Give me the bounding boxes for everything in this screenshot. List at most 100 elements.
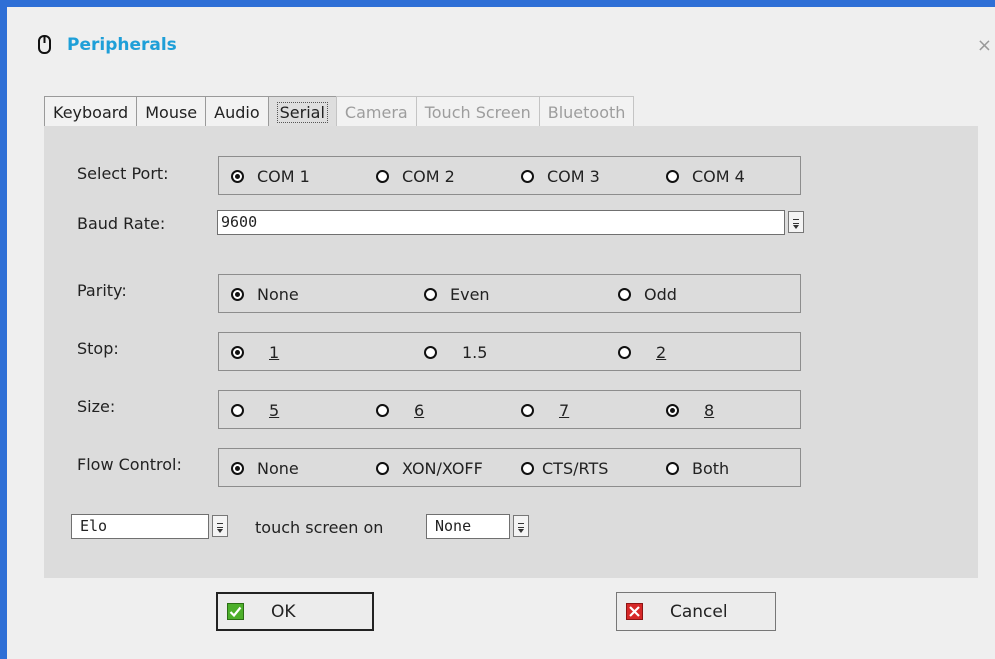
radio-icon bbox=[424, 288, 437, 301]
tab-touch-screen: Touch Screen bbox=[415, 96, 540, 128]
check-icon bbox=[227, 603, 244, 620]
tab-audio-label: Audio bbox=[214, 103, 260, 122]
radio-icon bbox=[618, 288, 631, 301]
baud-rate-field[interactable]: 9600 bbox=[217, 210, 785, 235]
select-port-label: Select Port: bbox=[77, 164, 169, 183]
radio-checked-icon bbox=[231, 170, 244, 183]
radio-icon bbox=[618, 346, 631, 359]
port-option-label: COM 1 bbox=[257, 167, 310, 186]
mouse-icon bbox=[38, 35, 51, 54]
tab-keyboard-label: Keyboard bbox=[53, 103, 129, 122]
tab-audio[interactable]: Audio bbox=[205, 96, 269, 128]
tab-bluetooth: Bluetooth bbox=[538, 96, 635, 128]
radio-icon bbox=[666, 170, 679, 183]
peripherals-dialog: Peripherals × Keyboard Mouse Audio Seria… bbox=[7, 7, 995, 659]
radio-icon bbox=[376, 404, 389, 417]
cancel-button-label: Cancel bbox=[670, 601, 728, 622]
size-option-label: 7 bbox=[559, 401, 570, 420]
window-edge-top bbox=[0, 0, 995, 7]
port-option-com3[interactable]: COM 3 bbox=[521, 157, 600, 196]
flow-option-label: CTS/RTS bbox=[542, 459, 609, 478]
parity-option-label: Even bbox=[450, 285, 490, 304]
size-option-8[interactable]: 8 bbox=[666, 391, 714, 430]
touch-port-select[interactable]: None bbox=[426, 514, 510, 539]
parity-option-even[interactable]: Even bbox=[424, 275, 490, 314]
flow-option-cts-rts[interactable]: CTS/RTS bbox=[521, 449, 608, 488]
stop-option-label: 1.5 bbox=[462, 343, 488, 362]
size-option-6[interactable]: 6 bbox=[376, 391, 424, 430]
size-label: Size: bbox=[77, 397, 116, 416]
radio-icon bbox=[376, 170, 389, 183]
dialog-title-text: Peripherals bbox=[67, 35, 177, 55]
ok-button-label: OK bbox=[271, 601, 296, 622]
port-option-com1[interactable]: COM 1 bbox=[231, 157, 310, 196]
select-port-group: COM 1 COM 2 COM 3 COM 4 bbox=[218, 156, 801, 195]
port-option-com2[interactable]: COM 2 bbox=[376, 157, 455, 196]
tab-bluetooth-label: Bluetooth bbox=[547, 103, 626, 122]
stop-option-label: 2 bbox=[656, 343, 667, 362]
size-option-label: 8 bbox=[704, 401, 715, 420]
serial-panel: Select Port: COM 1 COM 2 COM 3 COM 4 Bau… bbox=[44, 126, 978, 578]
tab-mouse[interactable]: Mouse bbox=[136, 96, 207, 128]
window-edge-left bbox=[0, 0, 7, 659]
stop-label: Stop: bbox=[77, 339, 119, 358]
radio-checked-icon bbox=[666, 404, 679, 417]
stop-option-2[interactable]: 2 bbox=[618, 333, 666, 372]
flow-option-none[interactable]: None bbox=[231, 449, 299, 488]
flow-option-xon-xoff[interactable]: XON/XOFF bbox=[376, 449, 483, 488]
cancel-icon bbox=[626, 603, 643, 620]
tab-keyboard[interactable]: Keyboard bbox=[44, 96, 138, 128]
tab-camera: Camera bbox=[335, 96, 417, 128]
parity-option-none[interactable]: None bbox=[231, 275, 299, 314]
radio-icon bbox=[424, 346, 437, 359]
size-option-label: 6 bbox=[414, 401, 425, 420]
baud-rate-label: Baud Rate: bbox=[77, 214, 166, 233]
flow-option-both[interactable]: Both bbox=[666, 449, 729, 488]
tab-serial-label: Serial bbox=[276, 102, 328, 123]
baud-rate-dropdown-icon[interactable] bbox=[788, 211, 804, 233]
parity-option-odd[interactable]: Odd bbox=[618, 275, 677, 314]
cancel-button[interactable]: Cancel bbox=[616, 592, 776, 631]
flow-option-label: XON/XOFF bbox=[402, 459, 483, 478]
flow-control-group: None XON/XOFF CTS/RTS Both bbox=[218, 448, 801, 487]
parity-group: None Even Odd bbox=[218, 274, 801, 313]
size-option-5[interactable]: 5 bbox=[231, 391, 279, 430]
radio-checked-icon bbox=[231, 346, 244, 359]
tab-camera-label: Camera bbox=[344, 103, 408, 122]
port-option-label: COM 4 bbox=[692, 167, 745, 186]
tab-touch-screen-label: Touch Screen bbox=[424, 103, 531, 122]
stop-option-label: 1 bbox=[269, 343, 280, 362]
touch-device-select[interactable]: Elo bbox=[71, 514, 209, 539]
tab-mouse-label: Mouse bbox=[145, 103, 198, 122]
port-option-label: COM 2 bbox=[402, 167, 455, 186]
flow-option-label: None bbox=[257, 459, 299, 478]
radio-icon bbox=[521, 462, 534, 475]
radio-icon bbox=[521, 404, 534, 417]
stop-option-1-5[interactable]: 1.5 bbox=[424, 333, 487, 372]
flow-option-label: Both bbox=[692, 459, 730, 478]
touch-device-dropdown-icon[interactable] bbox=[212, 515, 228, 537]
size-option-7[interactable]: 7 bbox=[521, 391, 569, 430]
radio-icon bbox=[376, 462, 389, 475]
tab-bar: Keyboard Mouse Audio Serial Camera Touch… bbox=[44, 96, 635, 128]
radio-checked-icon bbox=[231, 288, 244, 301]
port-option-com4[interactable]: COM 4 bbox=[666, 157, 745, 196]
stop-group: 1 1.5 2 bbox=[218, 332, 801, 371]
radio-icon bbox=[521, 170, 534, 183]
ok-button[interactable]: OK bbox=[216, 592, 374, 631]
parity-option-label: None bbox=[257, 285, 299, 304]
size-option-label: 5 bbox=[269, 401, 280, 420]
flow-control-label: Flow Control: bbox=[77, 455, 182, 474]
stop-option-1[interactable]: 1 bbox=[231, 333, 279, 372]
parity-option-label: Odd bbox=[644, 285, 677, 304]
close-button[interactable]: × bbox=[977, 35, 992, 56]
size-group: 5 6 7 8 bbox=[218, 390, 801, 429]
parity-label: Parity: bbox=[77, 281, 127, 300]
radio-icon bbox=[231, 404, 244, 417]
tab-serial[interactable]: Serial bbox=[267, 96, 337, 128]
dialog-title: Peripherals bbox=[37, 34, 177, 56]
port-option-label: COM 3 bbox=[547, 167, 600, 186]
radio-checked-icon bbox=[231, 462, 244, 475]
radio-icon bbox=[666, 462, 679, 475]
touch-port-dropdown-icon[interactable] bbox=[513, 515, 529, 537]
